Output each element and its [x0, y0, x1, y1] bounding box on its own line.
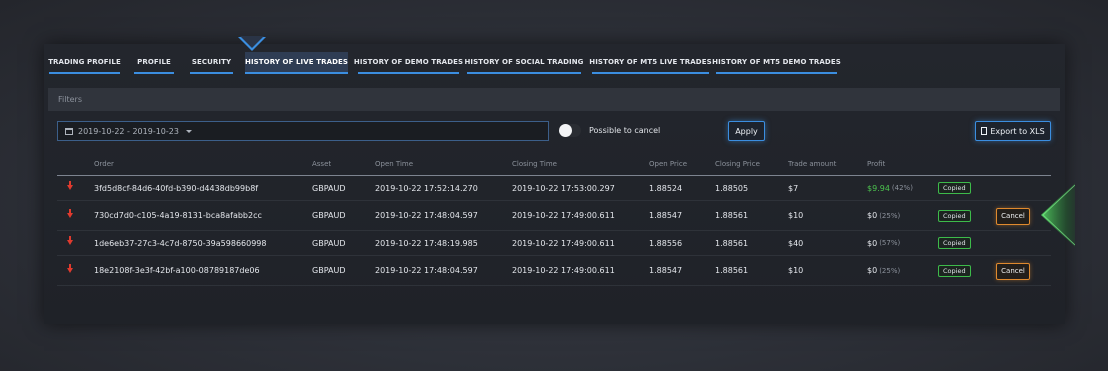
calendar-icon [65, 127, 73, 135]
column-header-open-price: Open Price [649, 160, 687, 168]
table-row: 3fd5d8cf-84d6-40fd-b390-d4438db99b8f GBP… [57, 176, 1051, 201]
cancel-button[interactable]: Cancel [996, 262, 1030, 280]
profit-percent: (25%) [879, 266, 901, 275]
column-header-closing-price: Closing Price [715, 160, 760, 168]
column-header-trade-amount: Trade amount [788, 160, 837, 168]
active-tab-pointer-icon [238, 36, 266, 51]
open-price: 1.88556 [649, 238, 683, 248]
closing-price: 1.88561 [715, 211, 749, 220]
tab-security[interactable]: SECURITY [190, 52, 233, 74]
trades-panel: TRADING PROFILE PROFILE SECURITY HISTORY… [44, 44, 1065, 324]
open-price: 1.88547 [649, 211, 683, 220]
closing-time: 2019-10-22 17:49:00.611 [512, 238, 615, 248]
cancel-button[interactable]: Cancel [996, 207, 1030, 225]
arrow-down-icon [67, 181, 73, 190]
arrow-down-icon [67, 208, 73, 218]
closing-time: 2019-10-22 17:49:00.611 [512, 266, 615, 275]
copied-badge: Copied [938, 237, 971, 249]
trade-amount: $40 [788, 238, 804, 248]
filters-title: Filters [58, 95, 82, 104]
open-time: 2019-10-22 17:52:14.270 [375, 183, 478, 193]
possible-to-cancel-label: Possible to cancel [589, 126, 661, 135]
asset: GBPAUD [312, 266, 346, 275]
open-price: 1.88547 [649, 266, 683, 275]
order-id: 3fd5d8cf-84d6-40fd-b390-d4438db99b8f [94, 183, 259, 193]
profit-value: $0 [867, 238, 878, 248]
trade-amount: $10 [788, 266, 804, 275]
chevron-down-icon [185, 129, 192, 133]
profit-percent: (25%) [879, 211, 901, 220]
closing-time: 2019-10-22 17:49:00.611 [512, 211, 615, 220]
tab-profile[interactable]: PROFILE [134, 52, 174, 74]
closing-price: 1.88561 [715, 266, 749, 275]
table-row: 18e2108f-3e3f-42bf-a100-08789187de06 GBP… [57, 256, 1051, 286]
copied-badge: Copied [938, 182, 971, 194]
export-label: Export to XLS [990, 126, 1045, 136]
arrow-down-icon [67, 263, 73, 273]
profit-value: $9.94 [867, 183, 890, 193]
apply-button[interactable]: Apply [728, 121, 765, 141]
profit-cell: $0 (25%) [867, 256, 900, 285]
profit-value: $0 [867, 211, 878, 220]
pointer-arrow-icon [1041, 183, 1075, 247]
open-time: 2019-10-22 17:48:19.985 [375, 238, 478, 248]
possible-to-cancel-toggle[interactable] [559, 124, 581, 137]
order-id: 730cd7d0-c105-4a19-8131-bca8afabb2cc [94, 211, 262, 220]
date-range-value: 2019-10-22 - 2019-10-23 [78, 126, 179, 136]
profit-value: $0 [867, 266, 878, 275]
trade-amount: $7 [788, 183, 799, 193]
trades-table: Order Asset Open Time Closing Time Open … [57, 152, 1051, 286]
asset: GBPAUD [312, 211, 346, 220]
open-time: 2019-10-22 17:48:04.597 [375, 211, 478, 220]
profit-percent: (42%) [891, 184, 913, 192]
open-time: 2019-10-22 17:48:04.597 [375, 266, 478, 275]
copied-badge: Copied [938, 209, 971, 222]
order-id: 1de6eb37-27c3-4c7d-8750-39a598660998 [94, 238, 267, 248]
profit-percent: (57%) [879, 239, 901, 247]
column-header-closing-time: Closing Time [512, 160, 557, 168]
closing-price: 1.88561 [715, 238, 749, 248]
arrow-down-icon [67, 236, 73, 245]
tab-history-mt5-demo-trades[interactable]: HISTORY OF MT5 DEMO TRADES [712, 52, 841, 74]
column-header-open-time: Open Time [375, 160, 414, 168]
profit-cell: $0 (57%) [867, 231, 900, 255]
tab-history-demo-trades[interactable]: HISTORY OF DEMO TRADES [354, 52, 463, 74]
export-xls-button[interactable]: Export to XLS [975, 121, 1051, 141]
open-price: 1.88524 [649, 183, 683, 193]
column-header-profit: Profit [867, 160, 886, 168]
toggle-knob [559, 124, 572, 137]
closing-price: 1.88505 [715, 183, 749, 193]
order-id: 18e2108f-3e3f-42bf-a100-08789187de06 [94, 266, 260, 275]
closing-time: 2019-10-22 17:53:00.297 [512, 183, 615, 193]
copied-badge: Copied [938, 264, 971, 277]
table-header: Order Asset Open Time Closing Time Open … [57, 152, 1051, 176]
profit-cell: $9.94 (42%) [867, 176, 913, 200]
column-header-asset: Asset [312, 160, 332, 168]
table-row: 730cd7d0-c105-4a19-8131-bca8afabb2cc GBP… [57, 201, 1051, 231]
column-header-order: Order [94, 160, 114, 168]
asset: GBPAUD [312, 183, 346, 193]
profit-cell: $0 (25%) [867, 201, 900, 230]
tab-history-mt5-live-trades[interactable]: HISTORY OF MT5 LIVE TRADES [589, 52, 712, 74]
document-icon [981, 127, 988, 135]
tab-trading-profile[interactable]: TRADING PROFILE [48, 52, 121, 74]
filters-header: Filters [48, 88, 1060, 111]
tab-history-social-trading[interactable]: HISTORY OF SOCIAL TRADING [464, 52, 583, 74]
trade-amount: $10 [788, 211, 804, 220]
date-range-picker[interactable]: 2019-10-22 - 2019-10-23 [57, 121, 549, 141]
asset: GBPAUD [312, 238, 346, 248]
table-row: 1de6eb37-27c3-4c7d-8750-39a598660998 GBP… [57, 231, 1051, 256]
tab-history-live-trades[interactable]: HISTORY OF LIVE TRADES [245, 52, 348, 74]
